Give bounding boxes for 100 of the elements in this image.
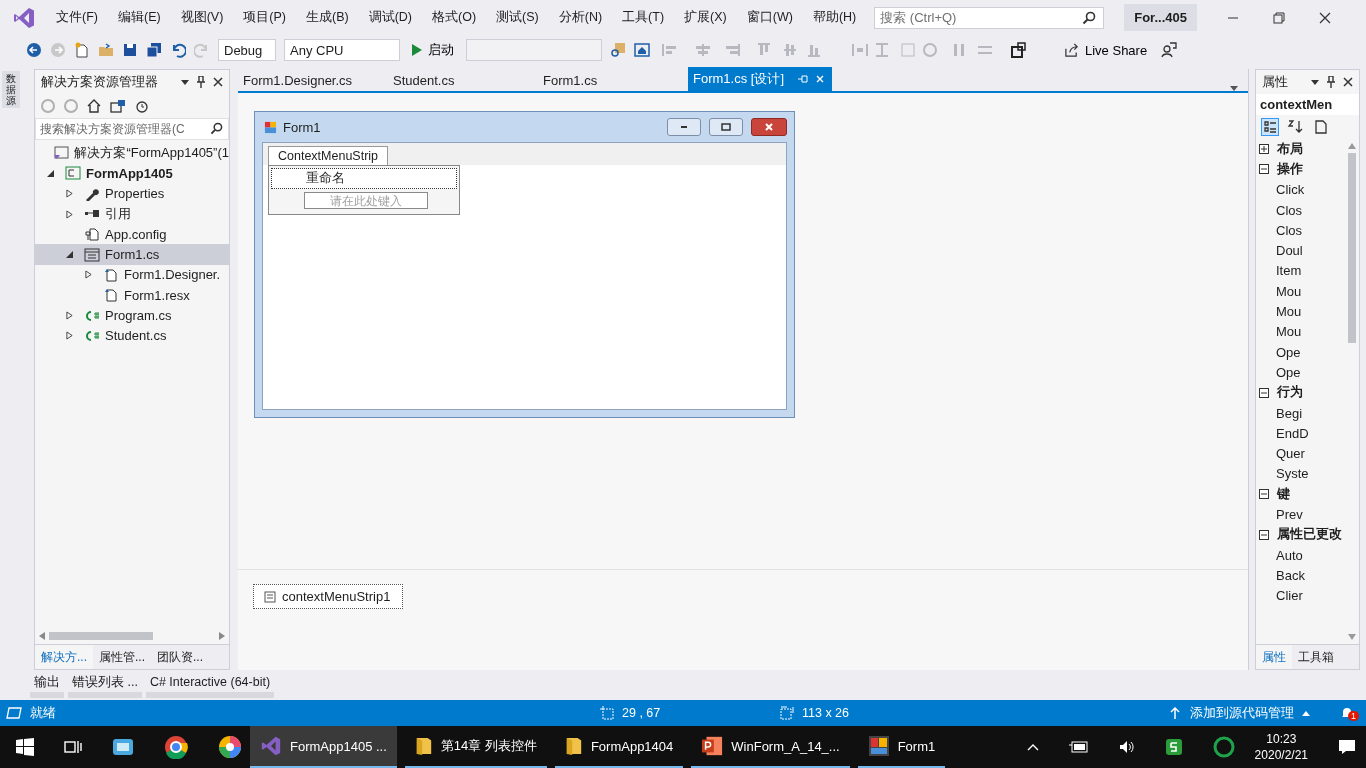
collapsed-icon[interactable] xyxy=(66,311,73,320)
taskbar-app[interactable]: 第14章 列表控件 xyxy=(404,726,547,768)
scroll-right-icon[interactable] xyxy=(219,632,225,640)
menu-item[interactable]: 文件(F) xyxy=(46,9,108,26)
folder-icon[interactable] xyxy=(98,42,114,58)
menu-item[interactable]: 窗口(W) xyxy=(736,9,803,26)
tree-item[interactable]: Form1.Designer. xyxy=(35,264,229,286)
menu-item[interactable]: 格式(O) xyxy=(422,9,487,26)
taskbar-app[interactable]: Form1 xyxy=(857,726,946,768)
film-icon[interactable] xyxy=(112,737,134,757)
scroll-down-icon[interactable] xyxy=(1348,634,1356,640)
dropdown-icon[interactable] xyxy=(1230,86,1238,91)
scroll-left-icon[interactable] xyxy=(39,632,45,640)
menu-item[interactable]: 生成(B) xyxy=(296,9,359,26)
tree-item[interactable]: Form1.cs xyxy=(35,244,229,265)
tree-item[interactable]: FormApp1405 xyxy=(35,163,229,184)
maximize-button[interactable] xyxy=(709,118,743,136)
menu-item[interactable]: 视图(V) xyxy=(170,9,234,26)
platform-dropdown[interactable]: Any CPU xyxy=(284,39,400,61)
tree-item[interactable]: 引用 xyxy=(35,203,229,225)
tree-item[interactable]: 解决方案“FormApp1405”(1 xyxy=(35,143,229,164)
collapsed-icon[interactable] xyxy=(66,189,73,199)
document-tab[interactable]: Form1.cs xyxy=(538,70,688,91)
search-icon[interactable] xyxy=(210,122,223,135)
home-icon[interactable] xyxy=(87,99,101,113)
scroll-up-icon[interactable] xyxy=(1348,143,1356,149)
save-all-icon[interactable] xyxy=(146,42,162,58)
scrollbar-thumb[interactable] xyxy=(49,632,153,640)
volume-icon[interactable] xyxy=(1118,740,1135,754)
browser-icon[interactable] xyxy=(164,735,188,759)
taskbar-app[interactable]: FormApp1404 xyxy=(554,726,684,768)
taskbar-app[interactable]: WinForm_A_14_... xyxy=(691,726,850,768)
tree-item[interactable]: Form1.resx xyxy=(35,285,229,306)
search-field[interactable]: 搜索 (Ctrl+Q) xyxy=(874,6,1105,29)
panel-tab[interactable]: 解决方... xyxy=(35,645,93,669)
history-icon[interactable] xyxy=(135,99,149,113)
menu-item[interactable]: 帮助(H) xyxy=(802,9,867,26)
menu-item[interactable]: 工具(T) xyxy=(612,9,675,26)
new-item-icon[interactable] xyxy=(74,42,90,58)
restore-icon[interactable] xyxy=(1273,11,1285,24)
close-icon[interactable] xyxy=(1343,77,1353,87)
document-tab[interactable]: Student.cs xyxy=(388,70,538,91)
close-icon[interactable] xyxy=(213,77,223,87)
menu-item[interactable]: 编辑(E) xyxy=(107,9,171,26)
sort-icon[interactable] xyxy=(1287,119,1303,135)
start-icon[interactable] xyxy=(16,738,34,756)
close-icon[interactable] xyxy=(1319,11,1331,24)
pin-icon[interactable] xyxy=(1327,76,1335,88)
menu-item[interactable]: 调试(D) xyxy=(358,9,422,26)
tree-item[interactable]: App.config xyxy=(35,224,229,245)
menu-item[interactable]: 扩展(X) xyxy=(674,9,737,26)
back-icon[interactable] xyxy=(26,42,42,58)
panel-tab[interactable]: 团队资... xyxy=(151,645,210,669)
caret-icon[interactable] xyxy=(1302,710,1310,716)
live-share-button[interactable]: Live Share xyxy=(1058,41,1154,59)
panel-tab[interactable]: 属性 xyxy=(1256,645,1292,669)
categorized-icon[interactable] xyxy=(1262,119,1278,135)
configuration-dropdown[interactable]: Debug xyxy=(218,39,276,61)
collapsed-icon[interactable] xyxy=(66,331,73,341)
notification-center-icon[interactable] xyxy=(1338,739,1356,755)
pinwheel-icon[interactable] xyxy=(218,735,242,759)
ring-icon[interactable] xyxy=(1212,736,1235,758)
taskbar-app[interactable]: FormApp1405 ... xyxy=(250,726,397,768)
upload-icon[interactable] xyxy=(1170,707,1180,719)
pin-icon[interactable] xyxy=(197,76,205,88)
document-tab[interactable]: Form1.Designer.cs xyxy=(238,70,388,91)
undo-icon[interactable] xyxy=(170,42,186,58)
panel-tab[interactable]: 工具箱 xyxy=(1292,645,1340,669)
menu-strip-tab[interactable]: ContextMenuStrip xyxy=(268,146,389,165)
search-field[interactable]: 搜索解决方案资源管理器(C xyxy=(35,118,229,140)
tree-item[interactable]: Properties xyxy=(35,183,229,204)
home-icon[interactable] xyxy=(634,42,650,58)
feedback-icon[interactable] xyxy=(1161,42,1178,58)
dropdown-icon[interactable] xyxy=(1311,79,1319,85)
side-tab[interactable]: 数据源 xyxy=(2,71,20,108)
expand-icon[interactable] xyxy=(1259,144,1269,155)
collapse-icon[interactable] xyxy=(1259,529,1269,540)
expanded-icon[interactable] xyxy=(66,251,73,259)
collapse-icon[interactable] xyxy=(1259,164,1269,175)
collapse-icon[interactable] xyxy=(1259,489,1269,500)
chevron-up-icon[interactable] xyxy=(1026,743,1039,751)
menu-item[interactable]: 测试(S) xyxy=(486,9,549,26)
menu-item[interactable]: 重命名 xyxy=(271,168,457,189)
tree-item[interactable]: Program.cs xyxy=(35,305,229,326)
collapse-icon[interactable] xyxy=(1259,387,1269,398)
dropdown-icon[interactable] xyxy=(181,79,189,85)
property-pages-icon[interactable] xyxy=(1312,119,1328,135)
battery-icon[interactable] xyxy=(1068,741,1089,753)
minimize-button[interactable] xyxy=(667,118,701,136)
collapsed-icon[interactable] xyxy=(85,270,92,280)
type-here-field[interactable]: 请在此处键入 xyxy=(304,192,428,209)
collapsed-icon[interactable] xyxy=(66,209,73,219)
start-button[interactable]: 启动 xyxy=(408,41,458,59)
app-tray-icon[interactable] xyxy=(1164,738,1183,756)
form-window[interactable]: Form1 ContextMenuStrip 重命名 请在此处键入 xyxy=(254,111,795,418)
tree-item[interactable]: Student.cs xyxy=(35,325,229,346)
expanded-icon[interactable] xyxy=(47,169,54,177)
menu-item[interactable]: 项目(P) xyxy=(233,9,296,26)
find-icon[interactable] xyxy=(610,42,626,58)
component-item[interactable]: contextMenuStrip1 xyxy=(253,584,404,609)
